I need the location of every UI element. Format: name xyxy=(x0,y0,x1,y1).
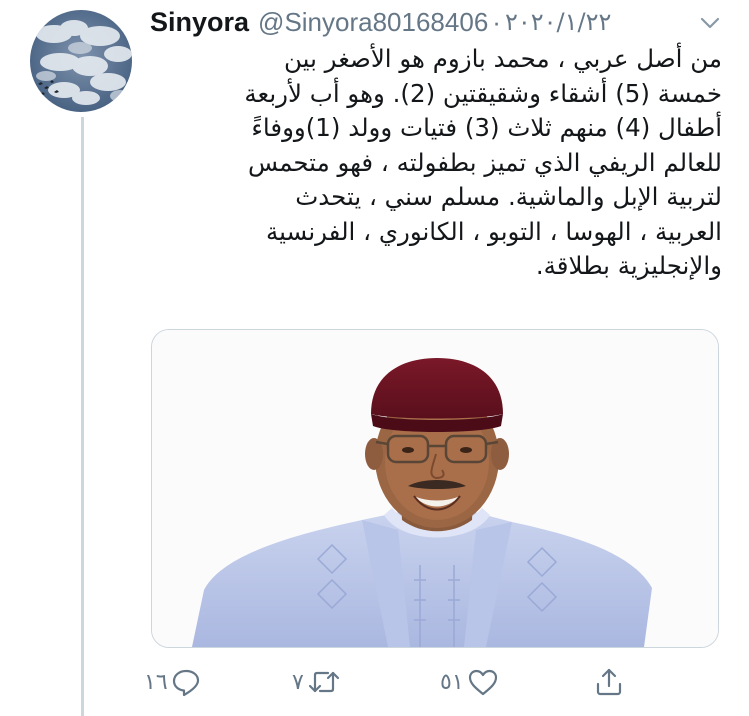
tweet-text-line: أطفال (4) منهم ثلاث (3) فتيات وولد (1)وو… xyxy=(251,113,722,142)
like-count: ٥١ xyxy=(440,669,464,695)
header-separator: · xyxy=(492,6,501,37)
tweet-actions-bar: ١٦ ٧ ٥١ xyxy=(140,660,640,710)
tweet-text-line: للعالم الريفي الذي تميز بطفولته ، فهو مت… xyxy=(247,147,722,177)
cloudy-sky-avatar-icon xyxy=(30,10,132,112)
author-handle[interactable]: @Sinyora80168406 xyxy=(258,7,488,38)
tweet-text: من أصل عربي ، محمد بازوم هو الأصغر بين خ… xyxy=(150,42,722,284)
tweet-media-photo[interactable] xyxy=(151,329,719,648)
thread-connector-line xyxy=(81,117,84,716)
tweet-text-line: العربية ، الهوسا ، التوبو ، الكانوري ، ا… xyxy=(265,216,722,246)
portrait-photo-icon xyxy=(152,330,718,647)
retweet-count: ٧ xyxy=(292,669,304,695)
share-button[interactable] xyxy=(594,660,624,704)
avatar[interactable] xyxy=(30,10,132,112)
heart-icon xyxy=(468,669,497,696)
retweet-button[interactable]: ٧ xyxy=(292,660,341,704)
tweet-text-line: من أصل عربي ، محمد بازوم هو الأصغر بين xyxy=(284,44,722,73)
reply-icon xyxy=(172,669,199,697)
tweet-date[interactable]: ٢٠٢٠/١/٢٢ xyxy=(505,8,611,36)
share-icon xyxy=(596,668,622,696)
like-button[interactable]: ٥١ xyxy=(440,660,499,704)
retweet-icon xyxy=(308,671,339,693)
reply-count: ١٦ xyxy=(144,669,168,695)
author-display-name[interactable]: Sinyora xyxy=(150,7,249,38)
tweet-text-line: لتربية الإبل والماشية. مسلم سني ، يتحدث xyxy=(295,182,722,211)
tweet-text-line: والإنجليزية بطلاقة. xyxy=(535,251,722,280)
reply-button[interactable]: ١٦ xyxy=(144,660,201,704)
tweet-header: Sinyora @Sinyora80168406 · ٢٠٢٠/١/٢٢ xyxy=(150,4,730,40)
tweet-text-line: خمسة (5) أشقاء وشقيقتين (2). وهو أب لأرب… xyxy=(244,78,722,108)
chevron-down-icon[interactable] xyxy=(699,12,721,34)
